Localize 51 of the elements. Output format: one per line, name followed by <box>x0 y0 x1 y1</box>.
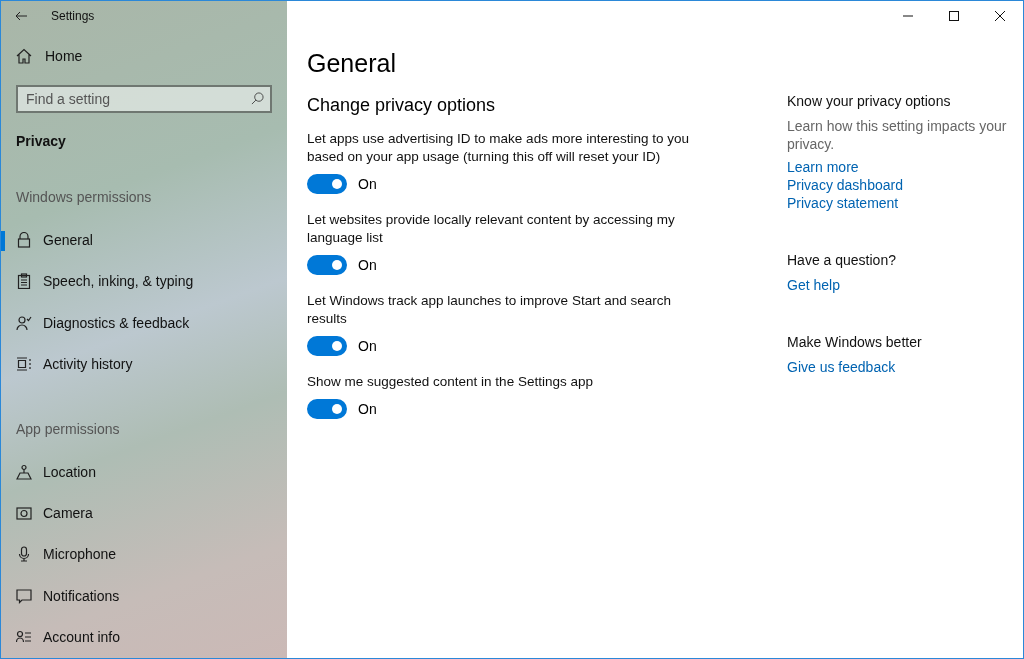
sidebar-item[interactable]: Camera <box>1 492 287 534</box>
close-icon[interactable] <box>995 11 1005 21</box>
location-icon <box>16 463 32 480</box>
toggle-state: On <box>358 401 377 417</box>
home-link[interactable]: Home <box>16 45 287 67</box>
section-heading: Change privacy options <box>307 95 497 116</box>
setting-description: Let apps use advertising ID to make ads more interesting to you based on your app usage (turning this off will reset your ID) <box>307 130 690 166</box>
back-icon[interactable] <box>15 11 27 21</box>
search-field[interactable]: Find a setting <box>16 85 272 114</box>
aside-heading: Make Windows better <box>787 334 923 350</box>
group-heading: App permissions <box>16 420 121 437</box>
toggle-switch[interactable] <box>307 255 347 275</box>
category-heading: Privacy <box>16 133 67 150</box>
toggle-switch[interactable] <box>307 174 347 194</box>
aside-heading: Know your privacy options <box>787 93 952 109</box>
setting-description: Show me suggested content in the Settings app <box>307 373 594 391</box>
sidebar-item[interactable]: Microphone <box>1 533 287 576</box>
setting-description: Let websites provide locally relevant content by accessing my language list <box>307 211 676 247</box>
sidebar-item[interactable]: General <box>1 219 287 261</box>
page-title: General <box>307 49 397 78</box>
toggle-state: On <box>358 338 377 354</box>
help-link[interactable]: Privacy statement <box>787 194 899 212</box>
aside-description: Learn how this setting impacts your privacy. <box>787 117 1007 153</box>
search-icon <box>251 92 264 106</box>
sidebar-item[interactable]: Speech, inking, & typing <box>1 260 287 303</box>
activity-icon <box>16 356 32 373</box>
toggle-state: On <box>358 257 377 273</box>
aside-heading: Have a question? <box>787 252 897 268</box>
person-feedback-icon <box>16 314 32 331</box>
sidebar-item[interactable]: Location <box>1 450 287 493</box>
window-title: Settings <box>51 9 95 23</box>
setting-description: Let Windows track app launches to improve Start and search results <box>307 292 672 328</box>
clipboard-icon <box>16 273 32 290</box>
toggle-state: On <box>358 176 377 192</box>
help-link[interactable]: Privacy dashboard <box>787 176 903 194</box>
group-heading: Windows permissions <box>16 189 153 206</box>
notification-icon <box>16 587 32 604</box>
microphone-icon <box>16 546 32 563</box>
sidebar-item[interactable]: Activity history <box>1 343 287 385</box>
help-link[interactable]: Get help <box>787 276 840 294</box>
maximize-icon[interactable] <box>949 11 959 21</box>
lock-icon <box>16 231 32 248</box>
help-link[interactable]: Give us feedback <box>787 358 896 376</box>
toggle-switch[interactable] <box>307 336 347 356</box>
camera-icon <box>16 505 32 521</box>
sidebar-item[interactable]: Diagnostics & feedback <box>1 302 287 344</box>
help-link[interactable]: Learn more <box>787 158 859 176</box>
sidebar-item[interactable]: Notifications <box>1 575 287 617</box>
toggle-switch[interactable] <box>307 399 347 419</box>
sidebar-item[interactable]: Account info <box>1 616 287 658</box>
home-icon <box>16 47 32 64</box>
